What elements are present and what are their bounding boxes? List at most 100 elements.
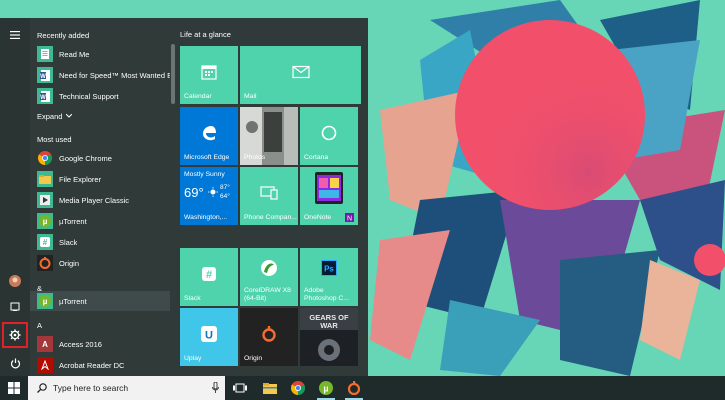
section-most-used: Most used (37, 135, 72, 144)
search-placeholder: Type here to search (53, 383, 129, 393)
tile-slack[interactable]: # Slack (180, 248, 238, 306)
svg-text:Ps: Ps (324, 264, 334, 273)
hamburger-icon (10, 31, 20, 39)
tile-label: Microsoft Edge (184, 154, 230, 161)
settings-button[interactable] (2, 322, 28, 348)
app-item-read-me[interactable]: Read Me (30, 44, 170, 64)
app-item-google-chrome[interactable]: Google Chrome (30, 148, 170, 168)
sun-icon (208, 187, 218, 197)
tile-photoshop[interactable]: Ps Adobe Photoshop C... (300, 248, 358, 306)
weather-temperature: 69° (184, 185, 204, 200)
app-item-file-explorer[interactable]: File Explorer (30, 169, 170, 189)
folder-icon (37, 171, 53, 187)
phone-companion-icon (260, 185, 278, 200)
tile-label: CorelDRAW X8 (64-Bit) (244, 287, 291, 302)
taskbar-chrome[interactable] (284, 376, 312, 400)
word-document-icon: W (37, 67, 53, 83)
task-view-icon (233, 383, 247, 393)
weather-low: 64° (220, 193, 230, 200)
svg-text:µ: µ (43, 297, 48, 306)
slack-icon: # (37, 234, 53, 250)
app-label: Origin (59, 258, 80, 268)
start-menu: Recently added Read Me W Need for Speed™… (0, 18, 368, 376)
app-label: Need for Speed™ Most Wanted E... (59, 70, 170, 80)
svg-text:µ: µ (323, 384, 328, 394)
tile-label: Origin (244, 355, 263, 362)
tile-onenote[interactable]: N OneNote (300, 167, 358, 225)
tile-calendar[interactable]: Calendar (180, 46, 238, 104)
app-item-acrobat-reader[interactable]: Acrobat Reader DC (30, 355, 170, 375)
section-recently-added: Recently added (37, 31, 90, 40)
svg-text:U: U (205, 329, 213, 341)
app-label: µTorrent (59, 296, 87, 306)
app-label: µTorrent (59, 216, 87, 226)
app-label: Technical Support (59, 91, 119, 101)
tile-photos[interactable]: Photos (240, 107, 298, 165)
start-button[interactable] (0, 376, 28, 400)
taskbar-file-explorer[interactable] (256, 376, 284, 400)
tile-uplay[interactable]: U Uplay (180, 308, 238, 366)
tile-label: Uplay (184, 355, 202, 362)
task-view-button[interactable] (226, 376, 254, 400)
svg-text:#: # (206, 269, 212, 281)
app-label: Google Chrome (59, 153, 112, 163)
weather-condition: Mostly Sunny (184, 171, 225, 178)
acrobat-icon (37, 357, 53, 373)
photoshop-icon: Ps (321, 259, 337, 276)
cortana-icon (321, 125, 337, 140)
tile-label: Calendar (184, 93, 212, 100)
section-letter-a: A (37, 321, 43, 330)
taskbar-origin[interactable] (340, 376, 368, 400)
tile-cortana[interactable]: Cortana (300, 107, 358, 165)
expand-button[interactable]: Expand (30, 107, 170, 125)
windows-logo-icon (8, 382, 20, 394)
tiles-area: Life at a glance Calendar Mail Microsoft… (176, 18, 368, 376)
utorrent-icon: µ (37, 213, 53, 229)
app-item-utorrent[interactable]: µ µTorrent (30, 211, 170, 231)
svg-text:#: # (43, 238, 48, 247)
tile-mail[interactable]: Mail (240, 46, 361, 104)
tile-weather[interactable]: Mostly Sunny 69° 87° 64° Washington,... (180, 167, 238, 225)
app-item-media-player-classic[interactable]: Media Player Classic (30, 190, 170, 210)
utorrent-icon: µ (319, 381, 333, 395)
tile-group-title: Life at a glance (180, 30, 231, 39)
search-box[interactable]: Type here to search (28, 376, 225, 400)
documents-button[interactable] (3, 296, 27, 318)
power-button[interactable] (3, 352, 27, 374)
app-list: Recently added Read Me W Need for Speed™… (30, 18, 170, 376)
microphone-icon[interactable] (212, 382, 219, 394)
tile-coreldraw[interactable]: CorelDRAW X8 (64-Bit) (240, 248, 298, 306)
taskbar: Type here to search µ (0, 376, 725, 400)
app-item-origin[interactable]: Origin (30, 253, 170, 273)
search-icon (37, 383, 47, 393)
expand-label: Expand (37, 111, 63, 121)
onenote-icon: N (345, 213, 354, 222)
text-document-icon (37, 46, 53, 62)
app-item-nfs-doc[interactable]: W Need for Speed™ Most Wanted E... (30, 65, 170, 85)
taskbar-utorrent[interactable]: µ (312, 376, 340, 400)
tile-microsoft-edge[interactable]: Microsoft Edge (180, 107, 238, 165)
tile-phone-companion[interactable]: Phone Compan... (240, 167, 298, 225)
mail-icon (291, 65, 310, 78)
app-item-access-2016[interactable]: A Access 2016 (30, 334, 170, 354)
app-item-slack[interactable]: # Slack (30, 232, 170, 252)
word-document-icon: W (37, 88, 53, 104)
svg-text:N: N (347, 215, 352, 222)
tile-origin[interactable]: Origin (240, 308, 298, 366)
tile-label: Mail (244, 93, 257, 100)
tile-label: Phone Compan... (244, 214, 297, 221)
power-icon (10, 358, 20, 368)
app-item-utorrent-list[interactable]: µ µTorrent (30, 291, 170, 311)
scrollbar-thumb[interactable] (171, 44, 175, 104)
svg-text:W: W (40, 94, 46, 100)
app-label: Acrobat Reader DC (59, 360, 125, 370)
user-account-button[interactable] (3, 270, 27, 292)
app-label: Read Me (59, 49, 90, 59)
hamburger-menu-button[interactable] (3, 24, 27, 46)
app-item-technical-support[interactable]: W Technical Support (30, 86, 170, 106)
weather-location: Washington,... (184, 214, 228, 221)
app-label: Access 2016 (59, 339, 102, 349)
tile-gears-of-war[interactable]: GEARS OF WAR (300, 308, 358, 366)
app-label: File Explorer (59, 174, 102, 184)
avatar-icon (9, 275, 21, 287)
